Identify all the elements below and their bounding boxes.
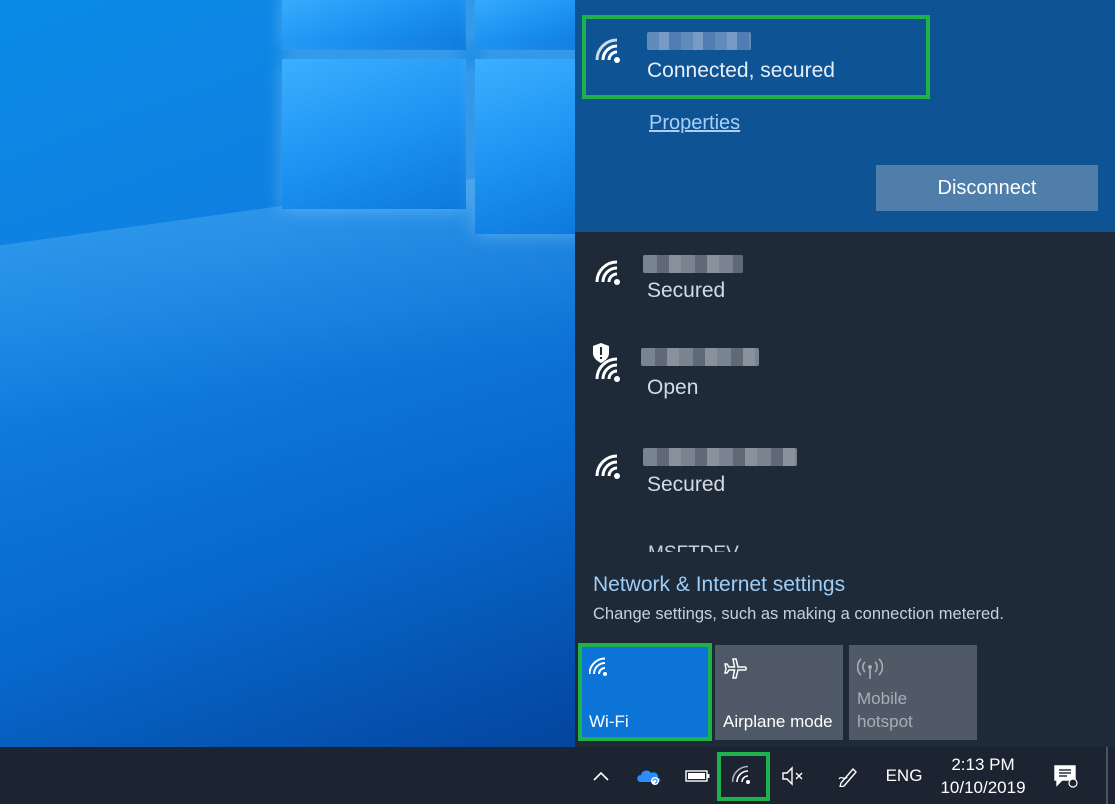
wifi-signal-icon bbox=[595, 454, 620, 479]
taskbar-clock[interactable]: 2:13 PM 10/10/2019 bbox=[930, 753, 1036, 799]
network-name bbox=[641, 348, 759, 366]
network-settings-description: Change settings, such as making a connec… bbox=[593, 605, 1004, 623]
action-center-notifications-icon[interactable] bbox=[1050, 747, 1082, 804]
clock-date: 10/10/2019 bbox=[940, 778, 1026, 797]
desktop-wallpaper bbox=[0, 0, 575, 747]
network-status: Secured bbox=[647, 473, 726, 496]
hotspot-icon bbox=[857, 658, 883, 679]
disconnect-button[interactable]: Disconnect bbox=[876, 165, 1098, 211]
show-hidden-icons-chevron-icon[interactable] bbox=[588, 747, 614, 804]
properties-link[interactable]: Properties bbox=[649, 112, 740, 135]
taskbar: ENG 2:13 PM 10/10/2019 bbox=[0, 747, 1115, 804]
airplane-mode-tile[interactable]: Airplane mode bbox=[715, 645, 843, 740]
airplane-icon bbox=[724, 658, 747, 679]
pen-ink-workspace-icon[interactable] bbox=[833, 747, 863, 804]
network-status: Secured bbox=[647, 279, 726, 302]
volume-muted-icon[interactable] bbox=[778, 747, 808, 804]
hotspot-tile-label: Mobile hotspot bbox=[857, 689, 913, 731]
airplane-tile-label: Airplane mode bbox=[723, 712, 833, 731]
connected-network-highlight-box bbox=[582, 15, 930, 99]
network-status: Open bbox=[647, 376, 699, 399]
network-list-item-partial[interactable]: MSFTDEV bbox=[648, 536, 739, 552]
wifi-tile-highlight-box bbox=[578, 643, 712, 741]
wifi-signal-icon bbox=[595, 357, 620, 382]
mobile-hotspot-tile[interactable]: Mobile hotspot bbox=[849, 645, 977, 740]
input-language-indicator[interactable]: ENG bbox=[882, 747, 926, 804]
network-name bbox=[643, 255, 743, 273]
network-flyout: Connected, secured Properties Disconnect… bbox=[575, 0, 1115, 747]
onedrive-icon[interactable] bbox=[632, 747, 666, 804]
network-name bbox=[643, 448, 797, 466]
wifi-tray-highlight-box bbox=[717, 752, 770, 801]
wifi-signal-icon bbox=[595, 260, 620, 285]
network-internet-settings-link[interactable]: Network & Internet settings bbox=[593, 573, 845, 597]
show-desktop-button[interactable] bbox=[1106, 747, 1108, 804]
clock-time: 2:13 PM bbox=[951, 755, 1015, 774]
battery-icon[interactable] bbox=[682, 747, 714, 804]
windows-logo-wallpaper bbox=[282, 0, 575, 250]
